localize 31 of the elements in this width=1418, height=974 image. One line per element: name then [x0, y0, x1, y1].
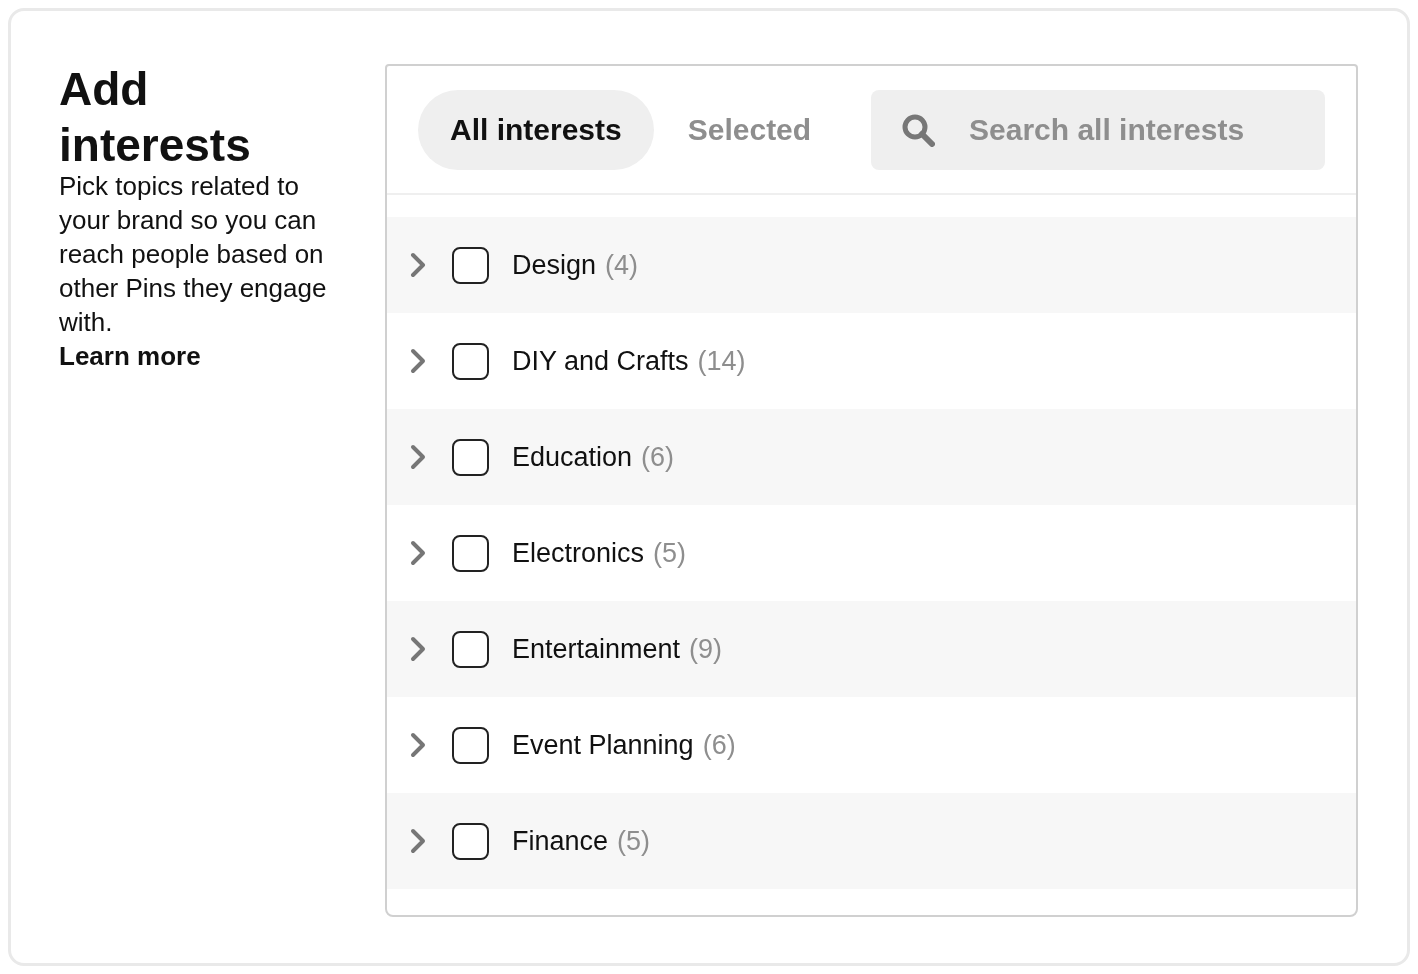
interest-count: (14): [697, 344, 746, 378]
interest-count: (5): [653, 536, 687, 570]
tab[interactable]: All interests: [418, 89, 654, 170]
interest-row[interactable]: Education (6): [387, 409, 1356, 505]
interest-label: Event Planning: [512, 728, 694, 762]
interest-count: (5): [617, 824, 651, 858]
interest-label: Electronics: [512, 536, 645, 570]
interest-label: Finance: [512, 824, 609, 858]
checkbox[interactable]: [452, 822, 489, 860]
interest-row[interactable]: Entertainment (9): [387, 601, 1356, 697]
checkbox[interactable]: [452, 342, 489, 380]
interest-label: DIY and Crafts: [512, 344, 689, 378]
checkbox[interactable]: [452, 534, 489, 572]
interest-count: (6): [702, 728, 736, 762]
interest-row[interactable]: Finance (5): [387, 793, 1356, 889]
checkbox[interactable]: [452, 246, 489, 284]
interest-count: (4): [605, 248, 639, 282]
interest-count: (9): [689, 632, 723, 666]
search-icon: [901, 112, 935, 147]
interest-count: (6): [641, 440, 675, 474]
interest-label: Entertainment: [512, 632, 681, 666]
checkbox[interactable]: [452, 438, 489, 476]
interest-label: Design: [512, 248, 597, 282]
checkbox[interactable]: [452, 630, 489, 668]
checkbox[interactable]: [452, 726, 489, 764]
page-title: Add interests: [59, 62, 252, 173]
interest-label: Education: [512, 440, 633, 474]
interest-row[interactable]: Design (4): [387, 217, 1356, 313]
description-text: Pick topics related to your brand so you can reach people based on other Pins they engage with.: [59, 170, 328, 339]
learn-more-link[interactable]: Learn more: [59, 339, 349, 373]
search-field[interactable]: Search all interests: [871, 89, 1325, 170]
